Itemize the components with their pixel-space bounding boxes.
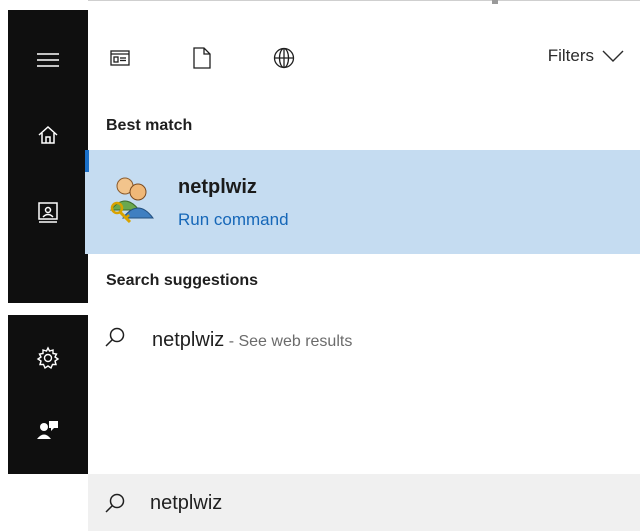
- best-match-result[interactable]: netplwiz Run command: [85, 150, 640, 254]
- left-rail-bottom: [8, 315, 88, 474]
- filters-dropdown[interactable]: Filters: [548, 46, 624, 66]
- selection-accent: [85, 150, 89, 172]
- suggestion-term: netplwiz: [152, 329, 225, 351]
- top-handle: [492, 0, 498, 4]
- home-icon[interactable]: [8, 110, 88, 160]
- web-icon[interactable]: [268, 42, 300, 74]
- left-rail-top: [8, 10, 88, 303]
- documents-icon[interactable]: [186, 42, 218, 74]
- apps-icon[interactable]: [104, 42, 136, 74]
- feedback-icon[interactable]: [8, 405, 88, 455]
- best-match-subtitle: Run command: [178, 210, 289, 229]
- search-icon: [104, 492, 126, 519]
- best-match-title: netplwiz: [178, 176, 257, 198]
- settings-icon[interactable]: [8, 333, 88, 383]
- web-suggestion-item[interactable]: netplwiz - See web results: [88, 316, 640, 362]
- suggestion-hint: - See web results: [224, 333, 353, 350]
- filter-toolbar: Filters: [88, 32, 640, 86]
- chevron-down-icon: [602, 50, 624, 62]
- search-suggestions-heading: Search suggestions: [106, 272, 259, 289]
- best-match-heading: Best match: [106, 117, 193, 134]
- suggestion-text: netplwiz - See web results: [152, 329, 352, 352]
- user-accounts-icon: [105, 172, 159, 231]
- notebook-icon[interactable]: [8, 188, 88, 238]
- filters-label: Filters: [547, 46, 594, 65]
- search-box: [88, 474, 640, 531]
- hamburger-menu-icon[interactable]: [8, 35, 88, 85]
- top-border: [88, 0, 640, 1]
- search-input[interactable]: [148, 487, 612, 519]
- search-icon: [104, 326, 126, 353]
